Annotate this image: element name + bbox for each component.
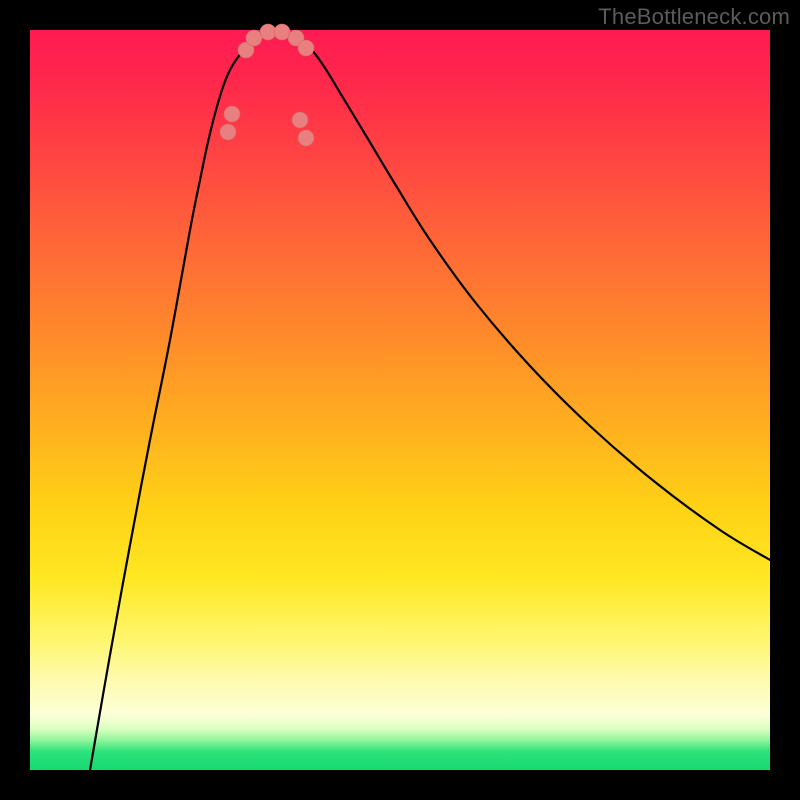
bottleneck-curve xyxy=(90,32,770,770)
watermark-text: TheBottleneck.com xyxy=(598,4,790,30)
data-marker xyxy=(298,40,314,56)
data-marker xyxy=(260,24,276,40)
data-marker xyxy=(274,24,290,40)
data-marker xyxy=(246,30,262,46)
data-marker xyxy=(220,124,236,140)
data-marker xyxy=(292,112,308,128)
plot-area xyxy=(30,30,770,770)
data-marker xyxy=(224,106,240,122)
chart-frame: TheBottleneck.com xyxy=(0,0,800,800)
marker-group xyxy=(220,24,314,146)
curve-svg xyxy=(30,30,770,770)
data-marker xyxy=(298,130,314,146)
